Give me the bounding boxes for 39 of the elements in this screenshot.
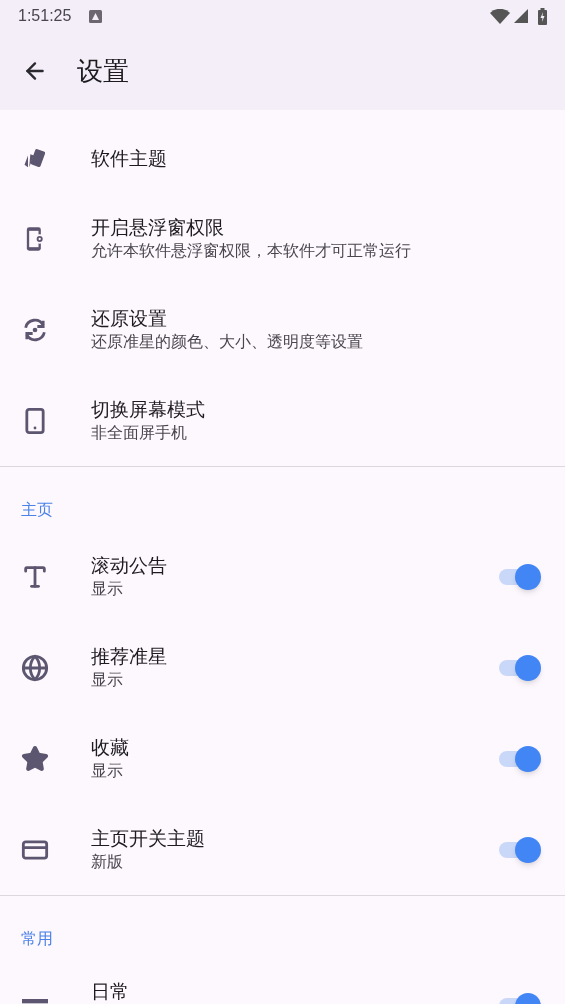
item-title: 开启悬浮窗权限 — [91, 215, 225, 240]
wifi-icon — [490, 8, 510, 24]
signal-icon — [514, 9, 528, 23]
settings-item[interactable]: 推荐准星 显示 — [0, 622, 565, 713]
settings-item[interactable]: 还原设置 还原准星的颜色、大小、透明度等设置 — [0, 284, 565, 375]
item-title: 滚动公告 — [91, 553, 168, 578]
toggle-switch[interactable] — [497, 653, 541, 682]
item-title: 还原设置 — [91, 306, 168, 331]
item-subtitle: 允许本软件悬浮窗权限，本软件才可正常运行 — [91, 240, 412, 261]
star-icon — [21, 744, 49, 773]
section-header: 常用 — [21, 929, 53, 949]
item-subtitle: 非全面屏手机 — [91, 422, 188, 443]
settings-item[interactable]: 主页开关主题 新版 — [0, 804, 565, 895]
notification-icon — [89, 9, 103, 23]
item-subtitle: 新版 — [91, 851, 124, 872]
item-subtitle: 显示 — [91, 669, 124, 690]
status-time: 1:51:25 — [18, 6, 72, 26]
settings-item[interactable]: 软件主题 — [0, 124, 565, 193]
item-subtitle: 显示 — [91, 578, 124, 599]
item-title: 切换屏幕模式 — [91, 397, 206, 422]
item-title: 软件主题 — [91, 146, 168, 171]
item-title: 主页开关主题 — [91, 826, 206, 851]
battery-icon — [538, 7, 547, 25]
item-subtitle: 还原准星的颜色、大小、透明度等设置 — [91, 331, 364, 352]
settings-item[interactable]: 开启悬浮窗权限 允许本软件悬浮窗权限，本软件才可正常运行 — [0, 193, 565, 284]
globe-icon — [21, 653, 49, 682]
item-subtitle: 显示 — [91, 760, 124, 781]
toggle-switch[interactable] — [497, 744, 541, 773]
settings-item[interactable]: 日常 — [0, 960, 565, 1004]
settings-item[interactable]: 收藏 显示 — [0, 713, 565, 804]
toggle-switch[interactable] — [497, 835, 541, 864]
item-title: 日常 — [91, 980, 130, 1004]
settings-item[interactable]: 切换屏幕模式 非全面屏手机 — [0, 375, 565, 466]
item-title: 推荐准星 — [91, 644, 168, 669]
section-header: 主页 — [21, 500, 53, 520]
toggle-switch[interactable] — [497, 562, 541, 591]
settings-item[interactable]: 滚动公告 显示 — [0, 531, 565, 622]
item-title: 收藏 — [91, 735, 130, 760]
page-title: 设置 — [77, 54, 129, 88]
